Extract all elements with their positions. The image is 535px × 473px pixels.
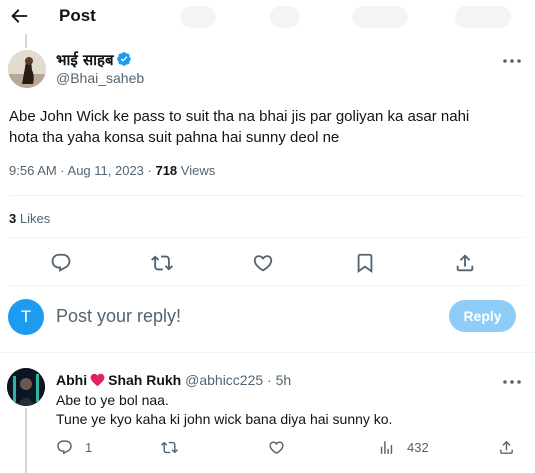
tweet-text-line: hota tha yaha konsa suit pahna hai sunny… xyxy=(9,129,340,146)
divider xyxy=(9,285,524,286)
retweet-icon[interactable] xyxy=(151,252,173,274)
author-avatar[interactable] xyxy=(8,50,46,88)
reply-time[interactable]: · 5h xyxy=(263,372,291,388)
reply-author-name[interactable]: Abhi xyxy=(56,372,87,388)
reply-author-avatar[interactable] xyxy=(7,368,45,406)
likes-label: Likes xyxy=(16,211,51,226)
page-title: Post xyxy=(59,6,96,25)
more-options-icon[interactable] xyxy=(500,52,524,70)
reply-views-button[interactable]: 432 xyxy=(378,438,429,456)
reply-reply-button[interactable]: 1 xyxy=(56,438,92,456)
timestamp-text: 9:56 AM · Aug 11, 2023 · xyxy=(9,163,156,178)
reply-text-line: Tune ye kyo kaha ki john wick bana diya … xyxy=(56,411,393,427)
more-options-icon[interactable] xyxy=(500,373,524,391)
avatar-image xyxy=(7,368,45,406)
blurred-background xyxy=(180,6,216,28)
share-icon xyxy=(500,440,513,454)
like-icon[interactable] xyxy=(252,252,274,274)
section-divider xyxy=(0,352,535,362)
reply-share-button[interactable] xyxy=(498,438,515,456)
thread-line xyxy=(25,408,27,473)
share-icon[interactable] xyxy=(454,252,476,274)
tweet-text: Abe John Wick ke pass to suit tha na bha… xyxy=(9,106,524,148)
views-icon xyxy=(380,440,393,454)
tweet-timestamp[interactable]: 9:56 AM · Aug 11, 2023 · 718 Views xyxy=(9,163,215,178)
back-arrow-icon[interactable] xyxy=(8,5,30,27)
composer-avatar[interactable]: T xyxy=(8,299,44,335)
verified-badge-icon xyxy=(117,52,131,66)
reply-count: 1 xyxy=(85,439,93,455)
likes-link[interactable]: 3 Likes xyxy=(9,211,50,226)
blurred-background xyxy=(270,6,300,28)
heart-emoji-icon xyxy=(90,373,105,387)
reply-text-line: Abe to ye bol naa. xyxy=(56,392,169,408)
divider xyxy=(9,237,524,238)
thread-line xyxy=(25,34,27,48)
tweet-text-line: Abe John Wick ke pass to suit tha na bha… xyxy=(9,108,470,125)
reply-like-button[interactable] xyxy=(268,438,285,456)
reply-button[interactable]: Reply xyxy=(449,300,516,332)
reply-icon xyxy=(57,439,72,454)
bookmark-icon[interactable] xyxy=(354,252,376,274)
reply-text: Abe to ye bol naa. Tune ye kyo kaha ki j… xyxy=(56,391,392,429)
blurred-background xyxy=(352,6,408,28)
views-count: 718 xyxy=(155,163,178,178)
author-handle[interactable]: @Bhai_saheb xyxy=(56,70,144,86)
blurred-background xyxy=(455,6,511,28)
reply-author-name-suffix[interactable]: Shah Rukh xyxy=(108,372,181,388)
divider xyxy=(9,195,524,196)
reply-author-line: Abhi Shah Rukh @abhicc225 · 5h xyxy=(56,372,291,388)
reply-input[interactable] xyxy=(56,300,416,332)
like-icon xyxy=(269,440,284,454)
top-bar: Post xyxy=(0,0,535,34)
retweet-icon xyxy=(161,441,178,453)
reply-icon[interactable] xyxy=(50,252,72,274)
reply-views-count: 432 xyxy=(407,439,429,455)
reply-retweet-button[interactable] xyxy=(161,438,178,456)
reply-author-handle[interactable]: @abhicc225 xyxy=(185,372,263,388)
avatar-image xyxy=(8,50,46,88)
views-label: Views xyxy=(177,163,216,178)
author-name[interactable]: भाई साहब xyxy=(56,50,114,70)
